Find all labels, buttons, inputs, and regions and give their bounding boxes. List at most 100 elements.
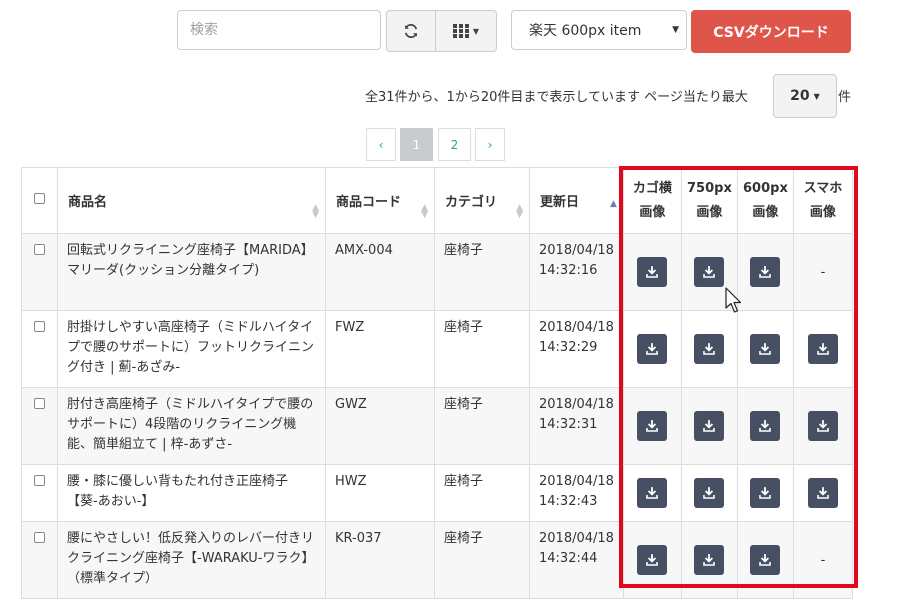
download-600px-image-button[interactable] bbox=[750, 257, 781, 287]
export-format-select[interactable]: 楽天 600px item ▼ bbox=[511, 10, 687, 50]
download-icon bbox=[759, 487, 772, 499]
product-code-cell: FWZ bbox=[325, 310, 435, 388]
refresh-button[interactable] bbox=[386, 10, 436, 52]
table-row[interactable]: 腰にやさしい！低反発入りのレバー付きリクライニング座椅子【-WARAKU-ワラク… bbox=[21, 521, 853, 599]
updated-date: 2018/04/18 bbox=[539, 531, 614, 546]
download-smartphone-image-button[interactable] bbox=[807, 478, 838, 508]
select-arrow-icon: ▼ bbox=[672, 25, 679, 35]
table-row[interactable]: 肘付き高座椅子（ミドルハイタイプで腰のサポートに）4段階のリクライニング機能、簡… bbox=[21, 387, 853, 465]
download-icon bbox=[703, 343, 716, 355]
pagination-page-2[interactable]: 2 bbox=[438, 128, 471, 161]
download-cart-image-button[interactable] bbox=[637, 411, 668, 441]
updated-date: 2018/04/18 bbox=[539, 397, 614, 412]
product-code-cell: AMX-004 bbox=[325, 233, 435, 311]
download-600px-image-button[interactable] bbox=[750, 478, 781, 508]
header-category[interactable]: カテゴリ ▲ ▼ bbox=[434, 167, 530, 234]
download-750px-image-button[interactable] bbox=[694, 411, 725, 441]
search-input[interactable] bbox=[177, 10, 381, 50]
category-cell: 座椅子 bbox=[434, 387, 530, 465]
image-cell-750px bbox=[680, 310, 738, 388]
download-cart-image-button[interactable] bbox=[637, 478, 668, 508]
download-smartphone-image-button[interactable] bbox=[807, 334, 838, 364]
download-600px-image-button[interactable] bbox=[750, 411, 781, 441]
download-cart-image-button[interactable] bbox=[637, 257, 668, 287]
download-icon bbox=[817, 420, 829, 432]
product-code: GWZ bbox=[335, 397, 367, 412]
download-cart-image-button[interactable] bbox=[637, 545, 668, 575]
download-750px-image-button[interactable] bbox=[694, 545, 725, 575]
header-label: 画像 bbox=[752, 204, 779, 220]
category: 座椅子 bbox=[444, 320, 484, 335]
row-select-cell bbox=[21, 464, 58, 522]
grid-icon bbox=[452, 24, 469, 38]
product-name-cell: 腰・膝に優しい背もたれ付き正座椅子【葵-あおい-】 bbox=[57, 464, 326, 522]
header-product-code[interactable]: 商品コード ▲ ▼ bbox=[325, 167, 435, 234]
pagination-next[interactable]: › bbox=[475, 128, 505, 161]
header-product-name[interactable]: 商品名 ▲ ▼ bbox=[57, 167, 326, 234]
category-cell: 座椅子 bbox=[434, 464, 530, 522]
sort-icon: ▲ ▼ bbox=[516, 203, 523, 220]
row-checkbox[interactable] bbox=[34, 244, 45, 255]
page-size-button[interactable]: 20 ▼ bbox=[773, 74, 837, 118]
header-updated[interactable]: 更新日 ▲ bbox=[529, 167, 624, 234]
pagination-prev[interactable]: ‹ bbox=[366, 128, 396, 161]
table-row[interactable]: 肘掛けしやすい高座椅子（ミドルハイタイプで腰のサポートに）フットリクライニング付… bbox=[21, 310, 853, 388]
download-icon bbox=[703, 487, 716, 499]
image-cell-750px bbox=[680, 387, 738, 465]
updated-time: 14:32:44 bbox=[539, 551, 598, 566]
image-cell-600px bbox=[736, 521, 794, 599]
product-name: 肘掛けしやすい高座椅子（ミドルハイタイプで腰のサポートに）フットリクライニング付… bbox=[67, 320, 315, 375]
download-icon bbox=[759, 266, 772, 278]
product-code: HWZ bbox=[335, 474, 367, 489]
image-cell-smartphone: - bbox=[792, 521, 853, 599]
download-cart-image-button[interactable] bbox=[637, 334, 668, 364]
product-table: 商品名 ▲ ▼ 商品コード ▲ ▼ カテゴリ ▲ ▼ 更新日 ▲ カゴ横 画像 750p… bbox=[21, 167, 853, 599]
sort-icon: ▲ ▼ bbox=[312, 203, 319, 220]
image-cell-600px bbox=[736, 310, 794, 388]
select-all-checkbox[interactable] bbox=[34, 193, 45, 204]
category: 座椅子 bbox=[444, 243, 484, 258]
image-cell-smartphone bbox=[792, 387, 853, 465]
image-cell-750px bbox=[680, 521, 738, 599]
product-name: 腰・膝に優しい背もたれ付き正座椅子【葵-あおい-】 bbox=[67, 474, 289, 509]
select-value: 楽天 600px item bbox=[529, 23, 642, 39]
category-cell: 座椅子 bbox=[434, 233, 530, 311]
download-icon bbox=[759, 343, 772, 355]
header-label: 商品コード bbox=[336, 195, 402, 210]
updated-cell: 2018/04/18 14:32:31 bbox=[529, 387, 624, 465]
row-checkbox[interactable] bbox=[34, 475, 45, 486]
image-cell-cart bbox=[622, 233, 682, 311]
pagination-page-1[interactable]: 1 bbox=[400, 128, 433, 161]
header-label: カテゴリ bbox=[445, 195, 498, 210]
updated-cell: 2018/04/18 14:32:29 bbox=[529, 310, 624, 388]
page-size-suffix: 件 bbox=[838, 90, 852, 105]
row-checkbox[interactable] bbox=[34, 532, 45, 543]
sort-icon: ▲ ▼ bbox=[421, 203, 428, 220]
download-750px-image-button[interactable] bbox=[694, 478, 725, 508]
category-cell: 座椅子 bbox=[434, 521, 530, 599]
updated-time: 14:32:16 bbox=[539, 263, 598, 278]
download-smartphone-image-button[interactable] bbox=[807, 411, 838, 441]
table-row[interactable]: 腰・膝に優しい背もたれ付き正座椅子【葵-あおい-】 HWZ 座椅子 2018/04/1… bbox=[21, 464, 853, 522]
download-icon bbox=[759, 554, 772, 566]
header-label: 750px bbox=[687, 180, 732, 196]
row-select-cell bbox=[21, 310, 58, 388]
download-600px-image-button[interactable] bbox=[750, 545, 781, 575]
columns-toggle-button[interactable]: ▼ bbox=[436, 10, 497, 52]
download-600px-image-button[interactable] bbox=[750, 334, 781, 364]
image-cell-smartphone bbox=[792, 464, 853, 522]
toolbar-button-group: ▼ bbox=[386, 10, 497, 52]
updated-cell: 2018/04/18 14:32:43 bbox=[529, 464, 624, 522]
updated-date: 2018/04/18 bbox=[539, 474, 614, 489]
row-checkbox[interactable] bbox=[34, 321, 45, 332]
row-checkbox[interactable] bbox=[34, 398, 45, 409]
download-750px-image-button[interactable] bbox=[694, 257, 725, 287]
csv-download-button[interactable]: CSVダウンロード bbox=[691, 10, 851, 53]
header-label: 画像 bbox=[809, 204, 836, 220]
product-code: AMX-004 bbox=[335, 243, 393, 258]
download-750px-image-button[interactable] bbox=[694, 334, 725, 364]
refresh-icon bbox=[404, 23, 418, 39]
product-code-cell: HWZ bbox=[325, 464, 435, 522]
row-select-cell bbox=[21, 387, 58, 465]
updated-cell: 2018/04/18 14:32:44 bbox=[529, 521, 624, 599]
